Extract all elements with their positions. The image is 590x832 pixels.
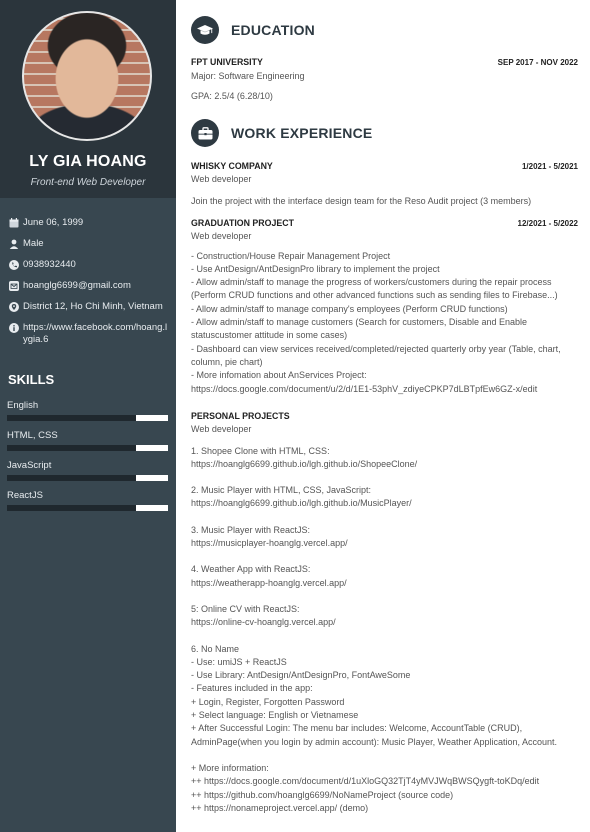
graduation-project: GRADUATION PROJECT bbox=[191, 218, 294, 228]
project-item: 3. Music Player with ReactJS: https://mu… bbox=[191, 524, 348, 549]
skill-bar bbox=[7, 475, 168, 481]
graduation-date: 12/2021 - 5/2022 bbox=[517, 219, 579, 228]
skill-bar-fill bbox=[135, 475, 168, 481]
contact-email: hoanglg6699@gmail.com bbox=[8, 280, 168, 292]
whisky-date: 1/2021 - 5/2021 bbox=[521, 162, 578, 171]
contact-gender: Male bbox=[8, 238, 168, 250]
whisky-role: Web developer bbox=[191, 174, 252, 185]
personal-projects-title: PERSONAL PROJECTS bbox=[191, 411, 290, 421]
graduation-row-head: GRADUATION PROJECT 12/2021 - 5/2022 bbox=[191, 217, 578, 230]
profile-name: LY GIA HOANG bbox=[29, 153, 147, 170]
skill-label: HTML, CSS bbox=[7, 430, 58, 441]
location-icon bbox=[8, 301, 19, 312]
education-gpa: GPA: 2.5/4 (6.28/10) bbox=[191, 90, 273, 101]
contact-email-text[interactable]: hoanglg6699@gmail.com bbox=[23, 280, 131, 292]
skill-item: ReactJS bbox=[7, 490, 168, 520]
contact-phone: 0938932440 bbox=[8, 259, 168, 271]
project-item: 1. Shopee Clone with HTML, CSS: https://… bbox=[191, 445, 418, 469]
contact-birthday: June 06, 1999 bbox=[8, 217, 168, 229]
education-row-head: FPT UNIVERSITY SEP 2017 - NOV 2022 bbox=[191, 56, 578, 69]
skill-bar-fill bbox=[135, 415, 168, 421]
personal-role: Web developer bbox=[191, 424, 252, 435]
whisky-row-head: WHISKY COMPANY 1/2021 - 5/2021 bbox=[191, 160, 578, 173]
education-date: SEP 2017 - NOV 2022 bbox=[497, 58, 578, 67]
graduation-cap-icon bbox=[191, 16, 219, 44]
skill-bar-fill bbox=[135, 445, 168, 451]
calendar-icon bbox=[8, 217, 19, 228]
phone-icon bbox=[8, 259, 19, 270]
skill-bar bbox=[7, 415, 168, 421]
project-item: 2. Music Player with HTML, CSS, JavaScri… bbox=[191, 485, 412, 509]
skill-item: JavaScript bbox=[7, 460, 168, 490]
work-header: WORK EXPERIENCE bbox=[191, 119, 372, 147]
education-major: Major: Software Engineering bbox=[191, 71, 305, 82]
project-item: 4. Weather App with ReactJS: https://wea… bbox=[191, 564, 347, 588]
project-item: 6. No Name - Use: umiJS + ReactJS - Use … bbox=[191, 643, 558, 747]
avatar bbox=[22, 11, 152, 141]
contact-facebook: https://www.facebook.com/hoang.lygia.6 bbox=[8, 322, 168, 346]
person-icon bbox=[8, 238, 19, 249]
skill-bar bbox=[7, 445, 168, 451]
whisky-company: WHISKY COMPANY bbox=[191, 161, 273, 171]
whisky-entry: WHISKY COMPANY 1/2021 - 5/2021 Web devel… bbox=[191, 160, 578, 208]
skill-item: HTML, CSS bbox=[7, 430, 168, 460]
skill-label: ReactJS bbox=[7, 490, 43, 501]
whisky-description: Join the project with the interface desi… bbox=[191, 195, 532, 206]
contact-list: June 06, 1999 Male 0938932440 hoanglg669… bbox=[8, 217, 168, 355]
briefcase-icon bbox=[191, 119, 219, 147]
skill-item: English bbox=[7, 400, 168, 430]
contact-address: District 12, Ho Chi Minh, Vietnam bbox=[8, 301, 168, 313]
profile-header: LY GIA HOANG Front-end Web Developer bbox=[0, 0, 176, 198]
work-heading: WORK EXPERIENCE bbox=[231, 125, 373, 141]
skills-heading: SKILLS bbox=[8, 372, 55, 387]
project-item: 5: Online CV with ReactJS: https://onlin… bbox=[191, 603, 336, 628]
skill-bar-fill bbox=[135, 505, 168, 511]
contact-gender-text: Male bbox=[23, 238, 44, 249]
info-icon bbox=[8, 322, 19, 333]
skill-label: JavaScript bbox=[7, 460, 52, 471]
personal-projects-entry: PERSONAL PROJECTS Web developer 1. Shope… bbox=[191, 410, 578, 815]
contact-birthday-text: June 06, 1999 bbox=[23, 217, 84, 228]
project-more-info: + More information: ++ https://docs.goog… bbox=[191, 762, 540, 813]
skill-bar bbox=[7, 505, 168, 511]
education-entry: FPT UNIVERSITY SEP 2017 - NOV 2022 Major… bbox=[191, 56, 578, 103]
email-icon bbox=[8, 280, 19, 291]
contact-address-text: District 12, Ho Chi Minh, Vietnam bbox=[23, 301, 163, 312]
main-content: EDUCATION FPT UNIVERSITY SEP 2017 - NOV … bbox=[176, 0, 590, 832]
sidebar: LY GIA HOANG Front-end Web Developer Jun… bbox=[0, 0, 176, 832]
profile-title: Front-end Web Developer bbox=[30, 177, 146, 188]
education-heading: EDUCATION bbox=[231, 22, 315, 38]
skills-list: English HTML, CSS JavaScript ReactJS bbox=[7, 400, 168, 520]
contact-phone-text: 0938932440 bbox=[23, 259, 76, 270]
personal-row-head: PERSONAL PROJECTS bbox=[191, 410, 578, 423]
graduation-role: Web developer bbox=[191, 231, 252, 242]
graduation-entry: GRADUATION PROJECT 12/2021 - 5/2022 Web … bbox=[191, 217, 578, 396]
education-header: EDUCATION bbox=[191, 16, 315, 44]
resume-page: LY GIA HOANG Front-end Web Developer Jun… bbox=[0, 0, 590, 832]
graduation-description: - Construction/House Repair Management P… bbox=[191, 250, 561, 394]
contact-facebook-link[interactable]: https://www.facebook.com/hoang.lygia.6 bbox=[23, 322, 168, 346]
skill-label: English bbox=[7, 400, 39, 411]
school-name: FPT UNIVERSITY bbox=[191, 57, 263, 67]
